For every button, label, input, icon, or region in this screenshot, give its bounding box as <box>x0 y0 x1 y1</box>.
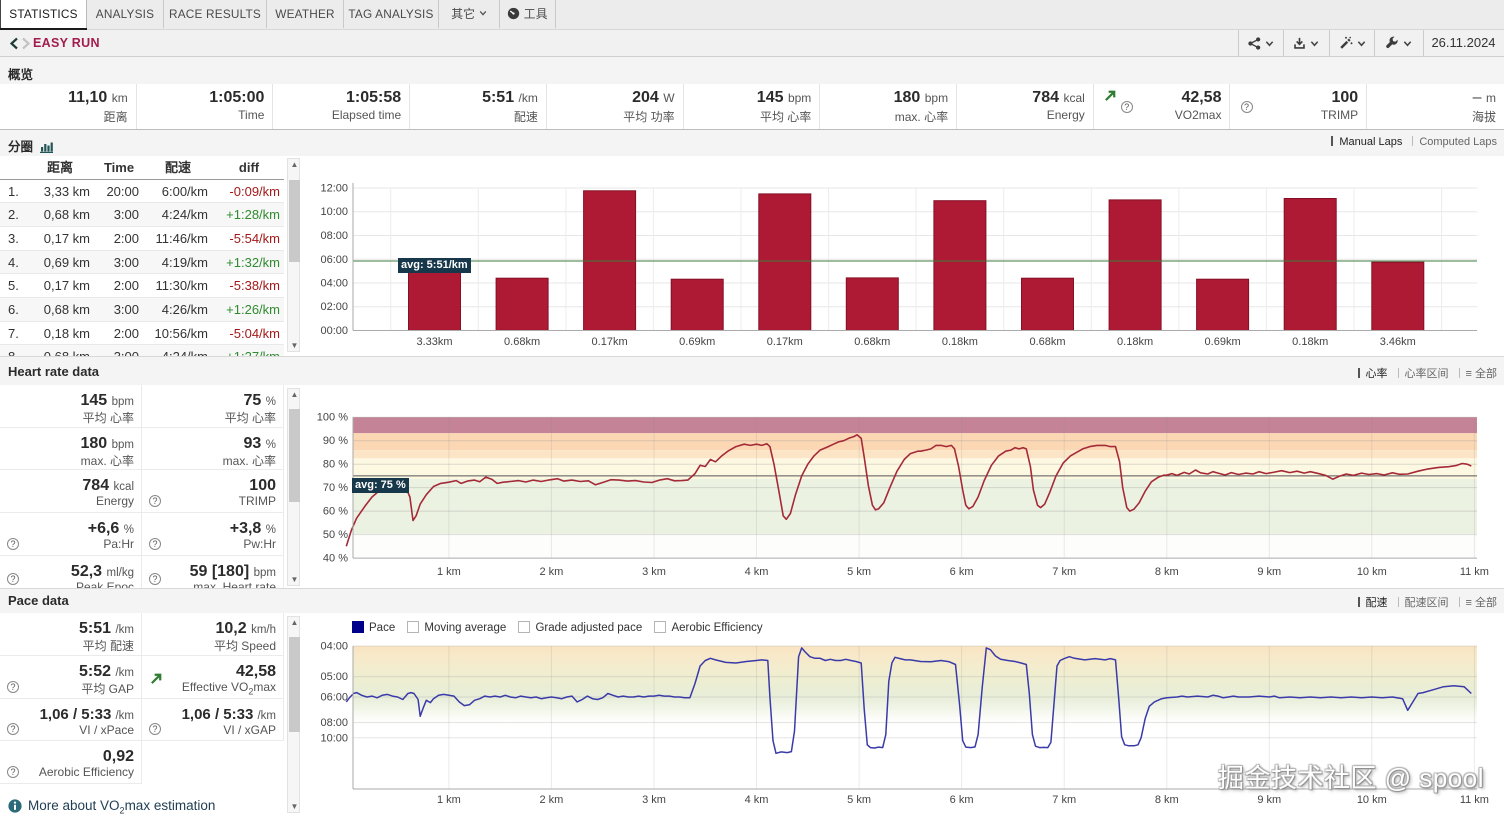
svg-text:00:00: 00:00 <box>320 325 348 337</box>
svg-text:10:00: 10:00 <box>320 206 348 218</box>
svg-text:3.46km: 3.46km <box>1380 336 1416 348</box>
svg-text:1 km: 1 km <box>437 566 461 578</box>
svg-text:4 km: 4 km <box>745 566 769 578</box>
svg-text:0.18km: 0.18km <box>942 336 978 348</box>
svg-text:04:00: 04:00 <box>320 278 348 290</box>
svg-text:02:00: 02:00 <box>320 301 348 313</box>
svg-text:4 km: 4 km <box>745 794 769 806</box>
svg-text:0.17km: 0.17km <box>767 336 803 348</box>
svg-text:2 km: 2 km <box>539 566 563 578</box>
svg-text:11 km: 11 km <box>1460 794 1489 806</box>
svg-text:0.68km: 0.68km <box>504 336 540 348</box>
svg-text:7 km: 7 km <box>1052 566 1076 578</box>
svg-text:80 %: 80 % <box>323 459 348 471</box>
svg-text:3.33km: 3.33km <box>416 336 452 348</box>
svg-text:9 km: 9 km <box>1257 566 1281 578</box>
svg-text:6 km: 6 km <box>950 566 974 578</box>
svg-text:08:00: 08:00 <box>320 230 348 242</box>
svg-text:11 km: 11 km <box>1460 566 1489 578</box>
svg-text:9 km: 9 km <box>1257 794 1281 806</box>
svg-text:6 km: 6 km <box>950 794 974 806</box>
svg-text:10 km: 10 km <box>1357 566 1387 578</box>
svg-text:40 %: 40 % <box>323 553 348 565</box>
svg-text:06:00: 06:00 <box>320 692 348 704</box>
svg-text:90 %: 90 % <box>323 435 348 447</box>
svg-text:5 km: 5 km <box>847 566 871 578</box>
svg-text:100 %: 100 % <box>317 412 348 424</box>
svg-text:2 km: 2 km <box>539 794 563 806</box>
svg-text:8 km: 8 km <box>1155 794 1179 806</box>
svg-text:3 km: 3 km <box>642 566 666 578</box>
svg-text:70 %: 70 % <box>323 482 348 494</box>
svg-text:0.18km: 0.18km <box>1292 336 1328 348</box>
svg-text:0.68km: 0.68km <box>1029 336 1065 348</box>
svg-text:10 km: 10 km <box>1357 794 1387 806</box>
svg-text:0.69km: 0.69km <box>679 336 715 348</box>
svg-text:3 km: 3 km <box>642 794 666 806</box>
svg-text:1 km: 1 km <box>437 794 461 806</box>
svg-text:05:00: 05:00 <box>320 671 348 683</box>
svg-text:0.69km: 0.69km <box>1205 336 1241 348</box>
svg-text:8 km: 8 km <box>1155 566 1179 578</box>
svg-text:0.17km: 0.17km <box>592 336 628 348</box>
svg-text:10:00: 10:00 <box>320 732 348 744</box>
svg-text:08:00: 08:00 <box>320 717 348 729</box>
svg-text:0.68km: 0.68km <box>854 336 890 348</box>
svg-text:5 km: 5 km <box>847 794 871 806</box>
svg-text:06:00: 06:00 <box>320 254 348 266</box>
svg-text:7 km: 7 km <box>1052 794 1076 806</box>
svg-text:04:00: 04:00 <box>320 641 348 653</box>
svg-text:60 %: 60 % <box>323 506 348 518</box>
svg-text:0.18km: 0.18km <box>1117 336 1153 348</box>
svg-text:12:00: 12:00 <box>320 183 348 195</box>
svg-text:50 %: 50 % <box>323 529 348 541</box>
